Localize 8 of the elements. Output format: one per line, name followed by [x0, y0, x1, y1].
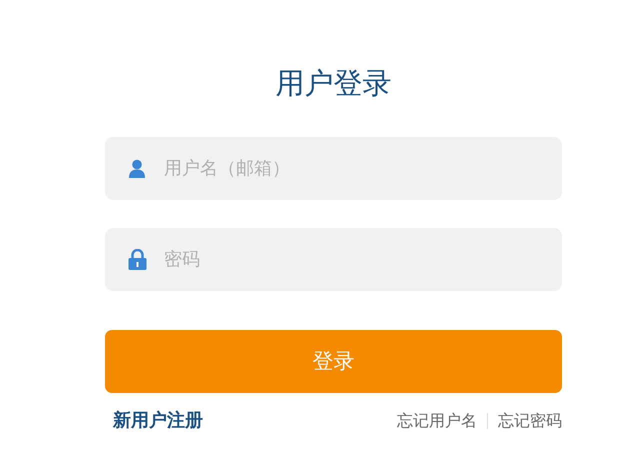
- forgot-link[interactable]: 忘记密码: [498, 408, 562, 432]
- lock-icon: [128, 249, 147, 270]
- register-link[interactable]: 新用户注册: [113, 407, 203, 434]
- user-icon: [128, 159, 146, 178]
- password-field[interactable]: 密码: [105, 228, 562, 291]
- login-title: 用户登录: [276, 65, 392, 102]
- forgot-link[interactable]: 忘记用户名: [397, 408, 477, 432]
- username-field[interactable]: 用户名（邮箱）: [105, 137, 562, 200]
